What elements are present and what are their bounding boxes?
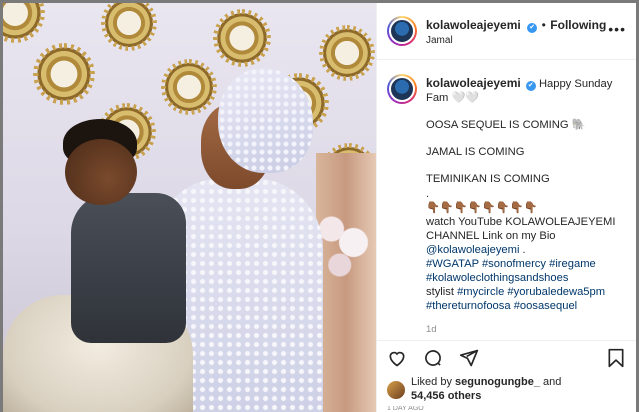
wall-mirror-decoration	[213, 9, 271, 67]
caption-line: .	[426, 187, 430, 200]
caption-line: .	[519, 243, 526, 256]
liker-username[interactable]: segunogungbe_	[455, 376, 540, 388]
share-icon[interactable]	[459, 348, 479, 368]
caption-line: OOSA SEQUEL IS COMING 🐘	[426, 119, 586, 132]
likes-text: Liked by segunogungbe_ and 54,456 others	[411, 376, 561, 404]
post-header: kolawoleajeyemi ✔ • Following Jamal •••	[377, 3, 636, 60]
comment-icon[interactable]	[423, 348, 443, 368]
caption-line: TEMINIKAN IS COMING	[426, 173, 550, 186]
liker-avatar[interactable]	[387, 381, 405, 399]
following-button[interactable]: Following	[550, 18, 606, 32]
avatar-image	[389, 76, 415, 102]
caption-line: stylist	[426, 286, 458, 299]
child-face	[65, 139, 137, 205]
caption-text: kolawoleajeyemi ✔ Happy Sunday Fam 🤍🤍 OO…	[426, 76, 626, 340]
mention-link[interactable]: @kolawoleajeyemi	[426, 244, 519, 256]
child-body	[71, 193, 186, 343]
verified-icon: ✔	[525, 81, 536, 91]
caption-avatar[interactable]	[387, 74, 417, 104]
avatar-image	[389, 18, 415, 44]
action-bar	[377, 340, 636, 374]
likes-row: Liked by segunogungbe_ and 54,456 others	[377, 374, 636, 406]
post-photo[interactable]	[3, 3, 376, 412]
caption-username[interactable]: kolawoleajeyemi	[426, 76, 521, 90]
wall-mirror-decoration	[3, 3, 45, 43]
flowers-decoration	[315, 193, 370, 283]
verified-icon: ✔	[527, 22, 538, 33]
wall-mirror-decoration	[101, 3, 157, 51]
woman-headwrap	[218, 68, 313, 173]
wall-mirror-decoration	[319, 25, 375, 81]
hashtags-link[interactable]: #WGATAP #sonofmercy #iregame #kolawolecl…	[426, 257, 626, 285]
wall-mirror-decoration	[161, 59, 217, 115]
caption-line: JAMAL IS COMING	[426, 146, 525, 159]
caption-area: kolawoleajeyemi ✔ Happy Sunday Fam 🤍🤍 OO…	[377, 60, 636, 340]
author-username[interactable]: kolawoleajeyemi	[426, 18, 521, 32]
caption-timestamp: 1d	[426, 323, 437, 335]
bookmark-icon[interactable]	[606, 348, 626, 368]
liked-by-label: Liked by	[411, 376, 456, 389]
wall-mirror-decoration	[33, 43, 95, 105]
author-avatar[interactable]	[387, 16, 417, 46]
post-location[interactable]: Jamal	[426, 35, 606, 48]
likes-count[interactable]: 54,456 others	[411, 390, 481, 402]
post-sidebar: kolawoleajeyemi ✔ • Following Jamal ••• …	[376, 3, 636, 412]
more-icon[interactable]: •••	[608, 21, 626, 37]
post-date: 1 DAY AGO	[387, 406, 424, 412]
likes-and: and	[539, 376, 562, 389]
header-separator: •	[541, 17, 546, 32]
header-text: kolawoleajeyemi ✔ • Following Jamal	[426, 15, 606, 48]
caption-line: watch YouTube KOLAWOLEAJEYEMI CHANNEL Li…	[426, 215, 616, 242]
caption-line: 👇🏾👇🏾👇🏾👇🏾👇🏾👇🏾👇🏾👇🏾	[426, 201, 538, 214]
heart-icon[interactable]	[387, 348, 407, 368]
post-modal: kolawoleajeyemi ✔ • Following Jamal ••• …	[3, 3, 636, 412]
